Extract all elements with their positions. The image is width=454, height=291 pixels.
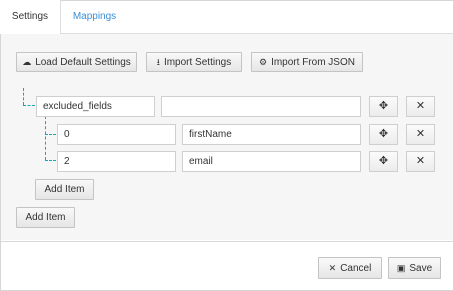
move-icon: ✥ [378,128,389,140]
floppy-disk-icon: ▣ [396,263,406,273]
root-value-field[interactable] [161,96,361,117]
cancel-label: Cancel [340,263,372,274]
load-default-settings-label: Load Default Settings [35,57,131,68]
import-settings-button[interactable]: ⭳ Import Settings [146,52,242,72]
import-settings-label: Import Settings [163,57,232,68]
close-icon: ✕ [415,128,426,140]
cloud-download-icon: ☁ [22,57,32,67]
tab-settings[interactable]: Settings [0,0,61,34]
item-index-field[interactable]: 2 [57,151,176,172]
save-label: Save [409,263,433,274]
item-remove-button[interactable]: ✕ [406,151,435,172]
item-move-button[interactable]: ✥ [369,151,398,172]
gears-icon: ⚙ [259,57,268,67]
close-icon: ✕ [415,100,426,112]
tab-bar: Settings Mappings [0,0,454,34]
close-icon: ✕ [328,263,337,273]
tree-line-root [23,88,24,105]
import-from-json-button[interactable]: ⚙ Import From JSON [251,52,363,72]
move-icon: ✥ [378,100,389,112]
tree-line-child-1 [45,160,56,161]
tree-line-children [45,116,46,160]
add-item-button-outer[interactable]: Add Item [16,207,75,228]
item-value-field[interactable]: email [182,151,361,172]
upload-icon: ⭳ [156,57,160,67]
close-icon: ✕ [415,155,426,167]
save-button[interactable]: ▣ Save [388,257,441,279]
item-remove-button[interactable]: ✕ [406,124,435,145]
dialog-footer: ✕ Cancel ▣ Save [1,241,453,290]
cancel-button[interactable]: ✕ Cancel [318,257,382,279]
root-key-field[interactable]: excluded_fields [36,96,155,117]
settings-content: ☁ Load Default Settings ⭳ Import Settings … [1,34,453,240]
root-remove-button[interactable]: ✕ [406,96,435,117]
import-from-json-label: Import From JSON [271,57,355,68]
item-value-field[interactable]: firstName [182,124,361,145]
root-move-button[interactable]: ✥ [369,96,398,117]
item-index-field[interactable]: 0 [57,124,176,145]
item-move-button[interactable]: ✥ [369,124,398,145]
tree-line-root-h [23,105,35,106]
load-default-settings-button[interactable]: ☁ Load Default Settings [16,52,137,72]
tree-line-child-0 [45,134,56,135]
add-item-button-inner[interactable]: Add Item [35,179,94,200]
move-icon: ✥ [378,155,389,167]
tab-mappings[interactable]: Mappings [62,0,127,34]
